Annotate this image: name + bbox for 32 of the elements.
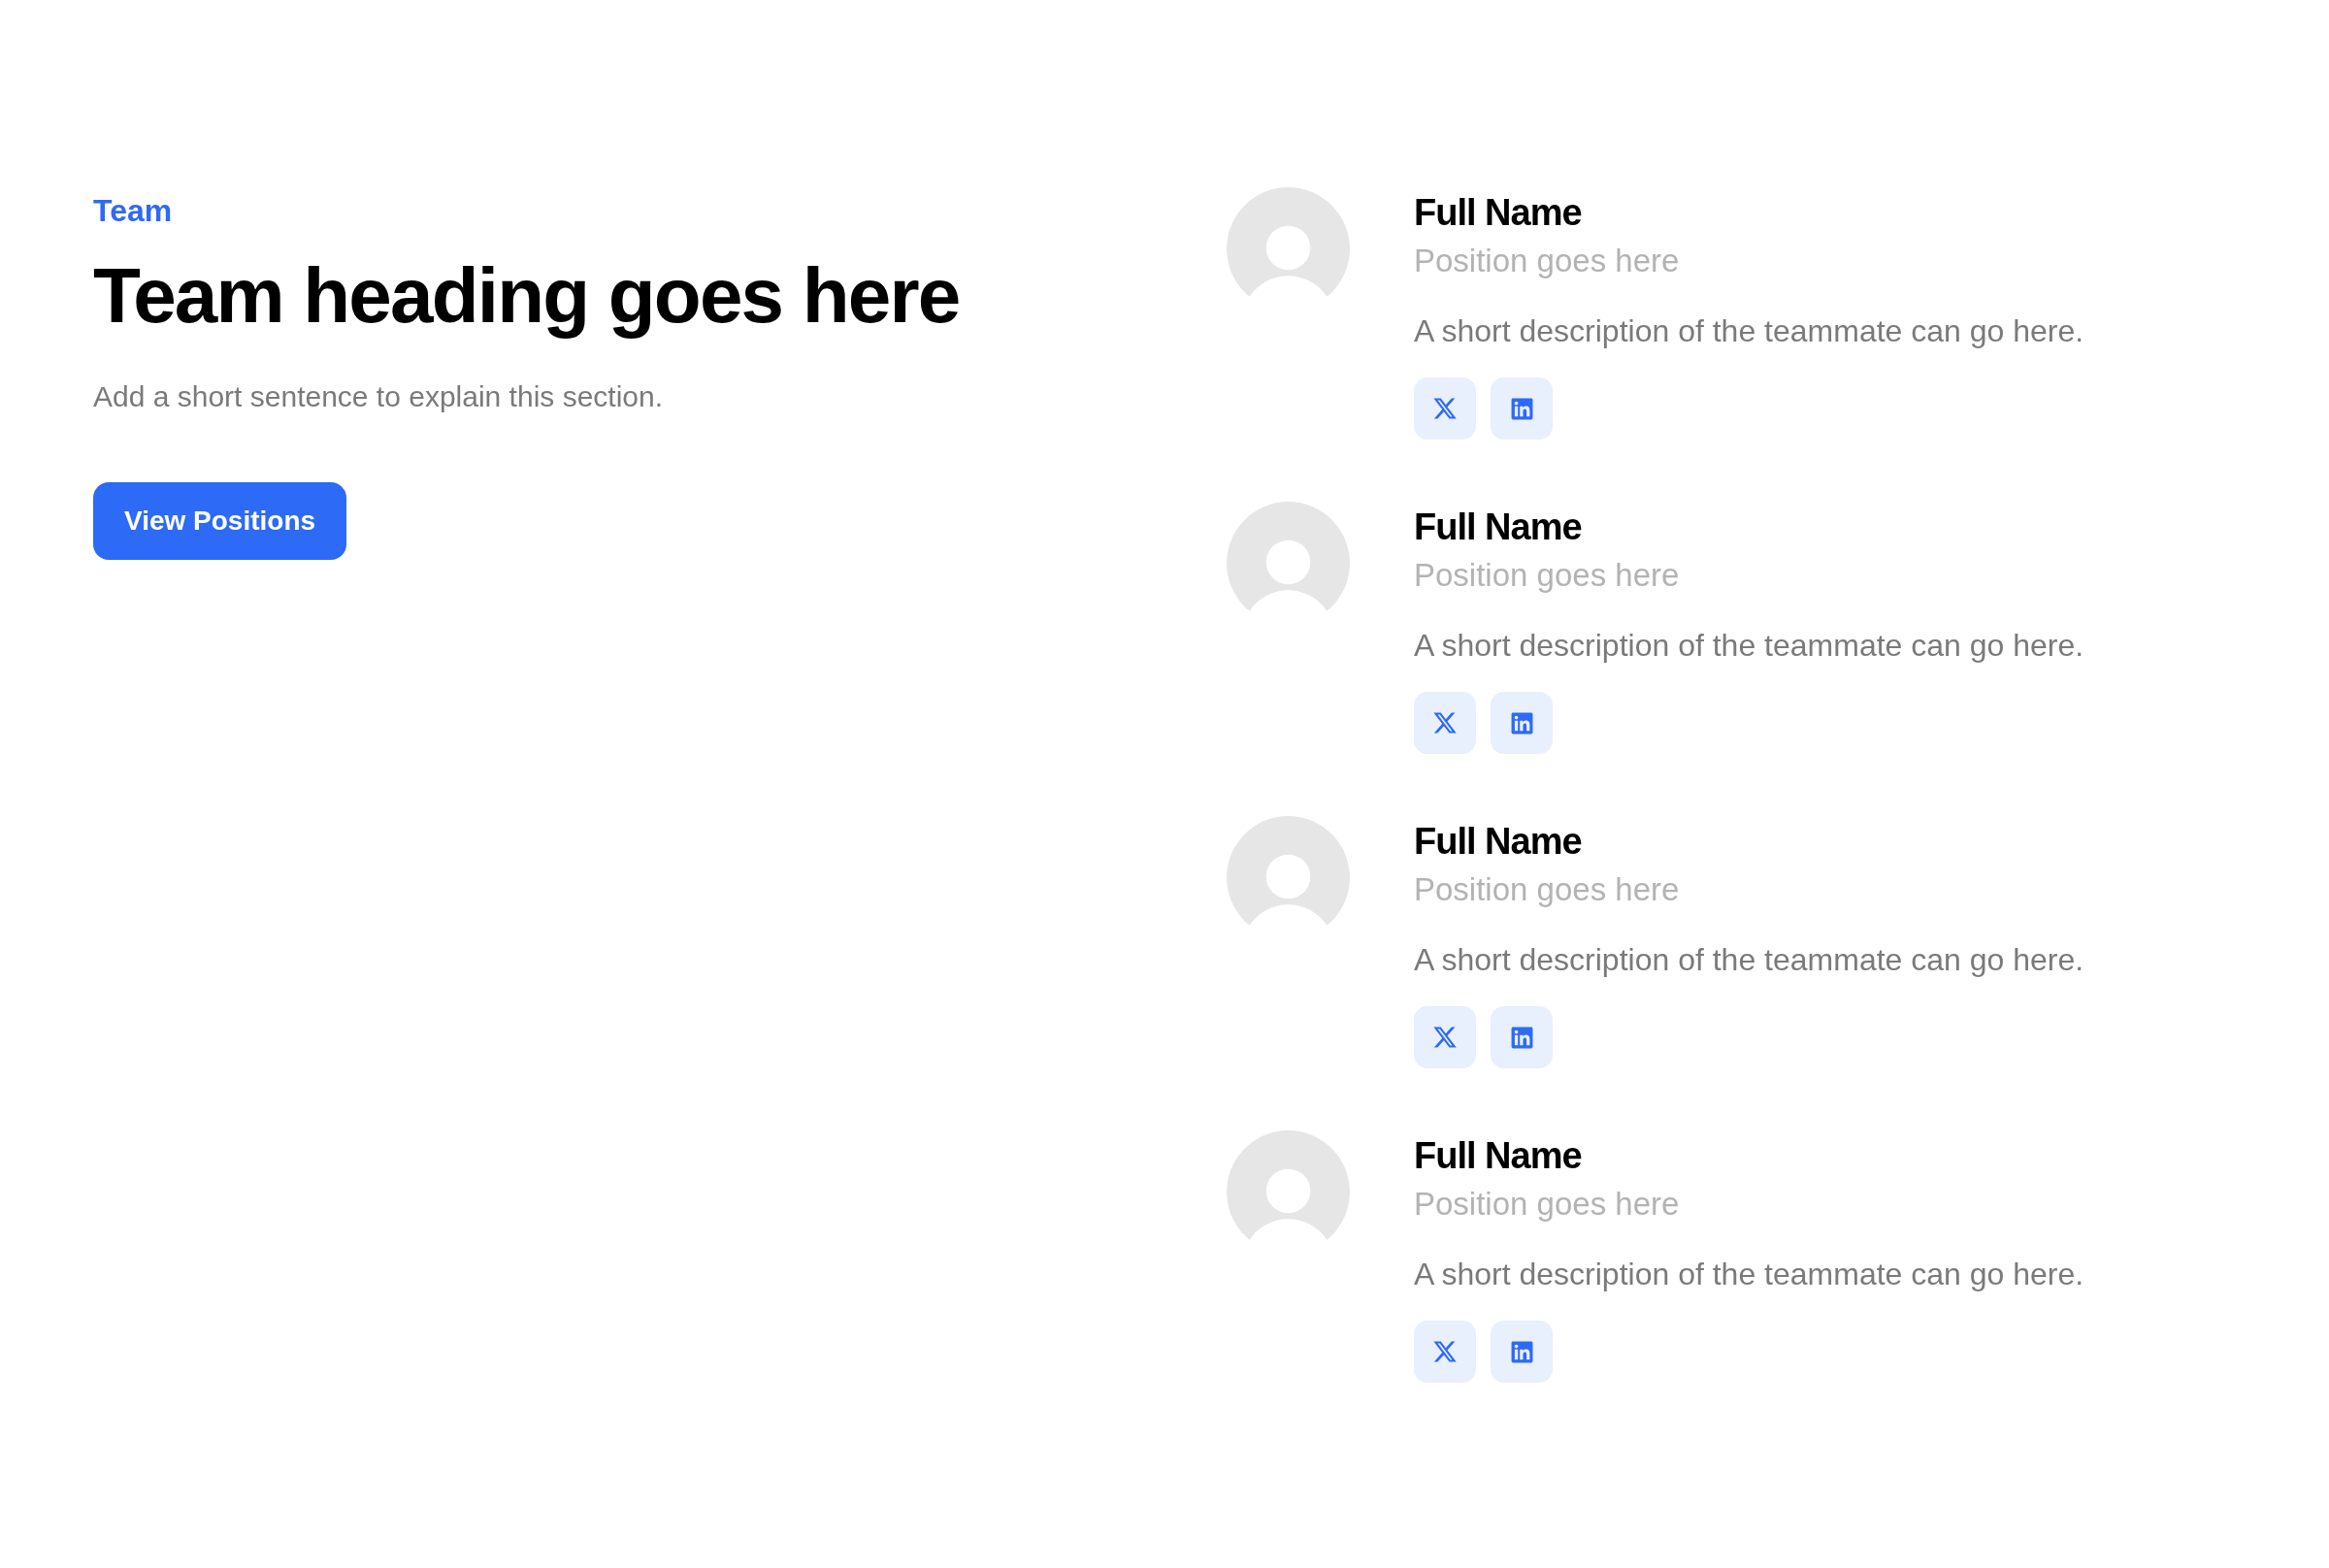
- view-positions-button[interactable]: View Positions: [93, 482, 347, 560]
- section-eyebrow: Team: [93, 192, 173, 230]
- in-logo-icon: [1509, 1025, 1534, 1050]
- member-description: A short description of the teammate can go here.: [1414, 941, 2084, 979]
- member-name: Full Name: [1414, 506, 1582, 549]
- member-position: Position goes here: [1414, 1185, 1680, 1224]
- in-logo-icon: [1509, 710, 1534, 735]
- social-link-button[interactable]: [1414, 1006, 1476, 1068]
- member-position: Position goes here: [1414, 870, 1680, 909]
- social-link-button[interactable]: [1491, 1006, 1553, 1068]
- member-position: Position goes here: [1414, 242, 1680, 280]
- section-subheading: Add a short sentence to explain this section.: [93, 379, 664, 414]
- x-logo-icon: [1432, 1025, 1458, 1050]
- in-logo-icon: [1509, 396, 1534, 421]
- x-logo-icon: [1432, 710, 1458, 735]
- in-logo-icon: [1509, 1339, 1534, 1364]
- x-logo-icon: [1432, 396, 1458, 421]
- member-description: A short description of the teammate can go here.: [1414, 627, 2084, 665]
- social-link-button[interactable]: [1414, 1321, 1476, 1383]
- member-name: Full Name: [1414, 1134, 1582, 1178]
- member-description: A short description of the teammate can go here.: [1414, 1256, 2084, 1293]
- member-name: Full Name: [1414, 191, 1582, 235]
- member-description: A short description of the teammate can go here.: [1414, 312, 2084, 350]
- x-logo-icon: [1432, 1339, 1458, 1364]
- member-name: Full Name: [1414, 820, 1582, 864]
- section-heading: Team heading goes here: [93, 251, 960, 341]
- member-position: Position goes here: [1414, 556, 1680, 595]
- social-link-button[interactable]: [1491, 377, 1553, 440]
- social-link-button[interactable]: [1491, 692, 1553, 754]
- social-link-button[interactable]: [1414, 692, 1476, 754]
- social-link-button[interactable]: [1491, 1321, 1553, 1383]
- social-link-button[interactable]: [1414, 377, 1476, 440]
